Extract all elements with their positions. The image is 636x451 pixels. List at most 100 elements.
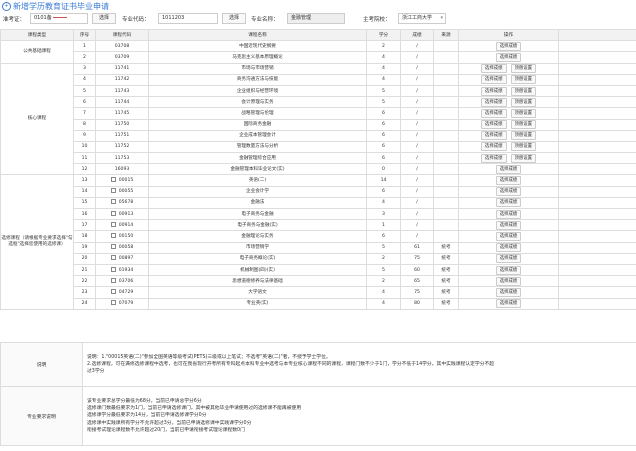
elective-checkbox[interactable] [110,210,116,216]
row-actions: 选择成绩 [458,185,559,198]
select-score-button[interactable]: 选择成绩 [495,220,522,230]
table-row: 核心课程 3 11741 市场与市场营销 4/选择成绩 顶替设置 [0,62,636,176]
select-score-button[interactable]: 选择成绩 [495,209,522,219]
course-type-public: 公共基础课程 [0,40,74,64]
select-score-button[interactable]: 选择成绩 [495,52,522,62]
elective-checkbox[interactable] [110,232,116,238]
select-score-button[interactable]: 选择成绩 [480,142,507,152]
row-name: 专业英(实) [148,297,367,310]
select-score-button[interactable]: 选择成绩 [495,265,522,275]
elective-checkbox[interactable] [110,221,116,227]
col-score: 成绩 [400,28,434,42]
select-score-button[interactable]: 选择成绩 [495,231,522,241]
desc-row: 说明 说明：1."00015英语(二)"参加全国英语等级考试(PETS)三级或以… [0,342,636,387]
major-select-button[interactable]: 选择 [222,13,246,24]
row-score: / [400,185,434,198]
row-code-value: 00914 [118,222,134,228]
select-score-button[interactable]: 选择成绩 [495,299,522,309]
table-row: 21 01934 机械制图(四)(实) 5 60 统考 选择成绩 [1,263,636,277]
select-score-button[interactable]: 选择成绩 [495,276,522,286]
req-line: 该专业要求总学分最低为68分，当前已申请总学分6分 [87,398,202,404]
top-setting-button[interactable]: 顶替设置 [510,75,537,85]
select-score-button[interactable]: 选择成绩 [495,243,522,253]
row-actions: 选择成绩 [458,275,559,288]
elective-checkbox[interactable] [110,244,116,250]
row-code-value: 00897 [118,256,134,262]
top-setting-button[interactable]: 顶替设置 [510,108,537,118]
row-code: 01934 [95,263,149,277]
table-row: 12 16093 金融管理本科毕业论文(实) 0/ 选择成绩 [1,163,636,176]
elective-checkbox[interactable] [110,288,116,294]
row-blank [558,241,636,254]
row-code: 11744 [95,96,149,109]
row-source [433,107,459,120]
row-no: 6 [73,96,96,109]
row-no: 12 [73,163,96,176]
row-source: 统考 [433,275,459,288]
row-code-value: 05678 [118,200,134,206]
row-source [433,96,459,109]
top-setting-button[interactable]: 顶替设置 [510,142,537,152]
row-actions: 选择成绩 [458,163,559,176]
row-code: 07079 [95,297,149,310]
select-score-button[interactable]: 选择成绩 [495,287,522,297]
row-code: 11753 [95,152,149,165]
select-score-button[interactable]: 选择成绩 [480,120,507,130]
select-score-button[interactable]: 选择成绩 [495,187,522,197]
row-code: 11743 [95,84,149,98]
row-code: 00897 [95,252,149,265]
select-score-button[interactable]: 选择成绩 [480,75,507,85]
row-name: 机械制图(四)(实) [148,263,367,277]
row-score: / [400,62,434,75]
top-setting-button[interactable]: 顶替设置 [510,64,537,74]
elective-checkbox[interactable] [110,188,116,194]
school-select[interactable]: 浙江工商大学 ▾ [398,13,446,24]
row-name: 企业组织与经营环境 [148,84,367,98]
select-score-button[interactable]: 选择成绩 [480,86,507,96]
elective-checkbox[interactable] [110,300,116,306]
exam-no-input[interactable]: 0101备 [30,13,88,24]
notes-table: 说明 说明：1."00015英语(二)"参加全国英语等级考试(PETS)三级或以… [0,342,636,446]
row-name: 市场与市场营销 [148,62,367,75]
top-setting-button[interactable]: 顶替设置 [510,153,537,163]
top-setting-button[interactable]: 顶替设置 [510,97,537,107]
row-source [433,51,459,64]
row-code-value: 03708 [114,43,130,49]
row-code-value: 00150 [118,233,134,239]
select-score-button[interactable]: 选择成绩 [480,153,507,163]
select-score-button[interactable]: 选择成绩 [495,164,522,174]
row-actions: 选择成绩 [458,286,559,299]
select-score-button[interactable]: 选择成绩 [495,176,522,186]
select-score-button[interactable]: 选择成绩 [480,131,507,141]
row-blank [558,263,636,277]
elective-checkbox[interactable] [110,199,116,205]
select-score-button[interactable]: 选择成绩 [480,97,507,107]
top-setting-button[interactable]: 顶替设置 [510,120,537,130]
row-credit: 14 [366,174,401,187]
elective-checkbox[interactable] [110,277,116,283]
row-no: 24 [73,297,96,310]
select-score-button[interactable]: 选择成绩 [480,108,507,118]
select-score-button[interactable]: 选择成绩 [495,198,522,208]
row-source [433,73,459,86]
row-actions: 选择成绩 [458,219,559,232]
row-no: 5 [73,84,96,98]
course-type-elective: 选修课程（请根据专业要求选择"勾选框"选择您使用的选修课） [0,174,74,310]
table-row: 公共基础课程 1 03708 中国近现代史纲要 2/选择成绩 [0,40,636,64]
top-setting-button[interactable]: 顶替设置 [510,86,537,96]
select-score-button[interactable]: 选择成绩 [495,41,522,51]
major-code-input[interactable]: 1011203 [158,13,218,24]
row-code-value: 11753 [114,155,130,161]
desc-line: 过3学分 [87,369,105,375]
select-score-button[interactable]: 选择成绩 [480,64,507,74]
elective-checkbox[interactable] [110,266,116,272]
row-actions: 选择成绩 [458,196,559,210]
select-score-button[interactable]: 选择成绩 [495,254,522,264]
exam-no-select-button[interactable]: 选择 [92,13,116,24]
row-actions: 选择成绩 顶替设置 [458,96,559,109]
elective-checkbox[interactable] [110,255,116,261]
row-blank [558,230,636,243]
row-blank [558,219,636,232]
top-setting-button[interactable]: 顶替设置 [510,131,537,141]
elective-checkbox[interactable] [110,177,116,183]
